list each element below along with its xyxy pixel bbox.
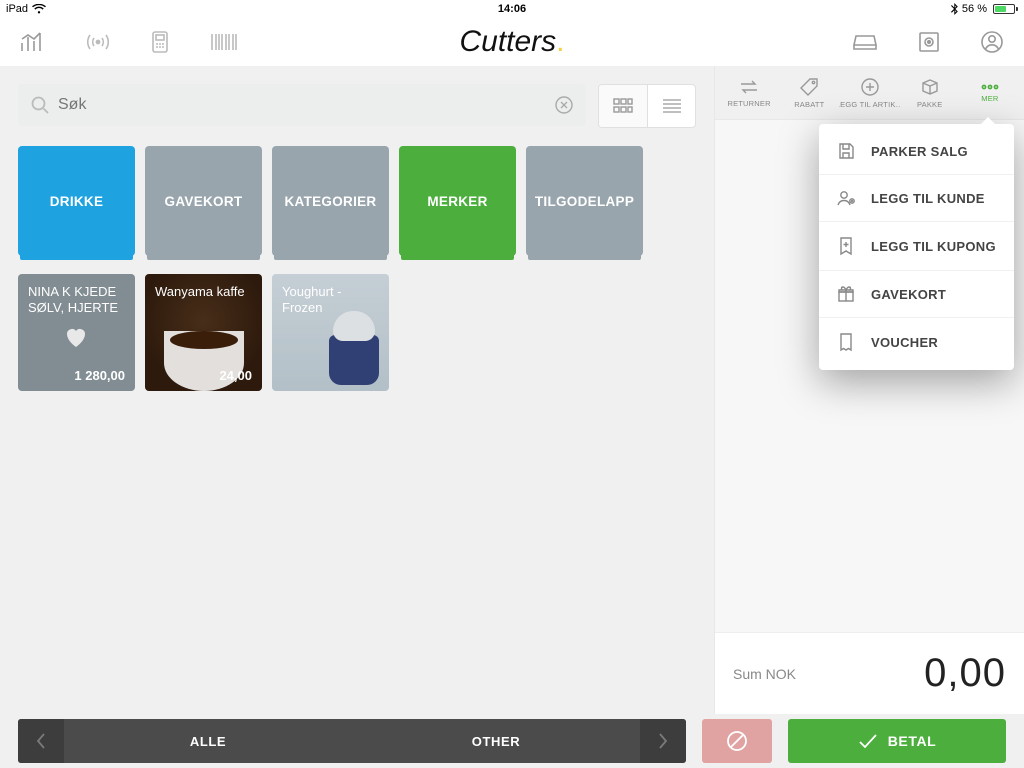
search-input[interactable] xyxy=(58,96,554,114)
filter-segment: ALLE OTHER xyxy=(18,719,686,763)
sum-row: Sum NOK 0,00 xyxy=(715,632,1024,714)
clear-icon[interactable] xyxy=(554,95,574,115)
category-row: DRIKKE GAVEKORT KATEGORIER MERKER TILGOD… xyxy=(18,146,696,256)
seg-prev[interactable] xyxy=(18,719,64,763)
stats-icon[interactable] xyxy=(20,31,46,53)
battery-icon xyxy=(991,4,1018,14)
cancel-icon xyxy=(725,729,749,753)
category-drikke[interactable]: DRIKKE xyxy=(18,146,135,256)
product-tile[interactable]: NINA K KJEDE SØLV, HJERTE 1 280,00 xyxy=(18,274,135,391)
category-tilgodelapp[interactable]: TILGODELAPP xyxy=(526,146,643,256)
sum-label: Sum NOK xyxy=(733,666,796,682)
product-name: Wanyama kaffe xyxy=(155,284,252,300)
save-icon xyxy=(835,142,857,160)
heart-icon xyxy=(64,326,88,348)
broadcast-icon[interactable] xyxy=(86,31,110,53)
view-toggle xyxy=(598,84,696,128)
cancel-button[interactable] xyxy=(702,719,772,763)
product-price: 24,00 xyxy=(219,368,252,383)
seg-other[interactable]: OTHER xyxy=(352,719,640,763)
cart-pane: RETURNER RABATT LEGG TIL ARTIK… PAKKE ME… xyxy=(714,66,1024,714)
add-user-icon xyxy=(835,189,857,207)
discount-button[interactable]: RABATT xyxy=(779,77,839,109)
barcode-icon[interactable] xyxy=(210,32,238,52)
pay-button[interactable]: BETAL xyxy=(788,719,1006,763)
product-tile[interactable]: Wanyama kaffe 24,00 xyxy=(145,274,262,391)
app-toolbar: Cutters. xyxy=(0,18,1024,66)
wifi-icon xyxy=(32,4,46,14)
device-label: iPad xyxy=(6,3,28,15)
menu-giftcard[interactable]: GAVEKORT xyxy=(819,270,1014,317)
cashdrawer-icon[interactable] xyxy=(852,32,878,52)
sum-value: 0,00 xyxy=(924,651,1006,696)
bookmark-plus-icon xyxy=(835,236,857,256)
bluetooth-icon xyxy=(951,3,958,15)
products-pane: DRIKKE GAVEKORT KATEGORIER MERKER TILGOD… xyxy=(0,66,714,714)
bottom-bar: ALLE OTHER BETAL xyxy=(0,714,1024,768)
menu-add-customer[interactable]: LEGG TIL KUNDE xyxy=(819,174,1014,221)
product-name: NINA K KJEDE SØLV, HJERTE xyxy=(28,284,125,317)
clock: 14:06 xyxy=(498,3,526,15)
search-icon xyxy=(30,95,50,115)
safe-icon[interactable] xyxy=(918,31,940,53)
return-button[interactable]: RETURNER xyxy=(719,78,779,108)
seg-alle[interactable]: ALLE xyxy=(64,719,352,763)
add-article-button[interactable]: LEGG TIL ARTIK… xyxy=(839,77,899,109)
search-box[interactable] xyxy=(18,84,586,126)
product-name: Youghurt - Frozen xyxy=(282,284,379,317)
category-merker[interactable]: MERKER xyxy=(399,146,516,256)
gift-icon xyxy=(835,285,857,303)
menu-park-sale[interactable]: PARKER SALG xyxy=(819,128,1014,174)
more-button[interactable]: MER xyxy=(960,83,1020,103)
category-kategorier[interactable]: KATEGORIER xyxy=(272,146,389,256)
product-tile[interactable]: Youghurt - Frozen xyxy=(272,274,389,391)
terminal-icon[interactable] xyxy=(150,29,170,55)
brand-logo: Cutters. xyxy=(459,25,564,59)
battery-pct: 56 % xyxy=(962,3,987,15)
user-icon[interactable] xyxy=(980,30,1004,54)
seg-next[interactable] xyxy=(640,719,686,763)
category-gavekort[interactable]: GAVEKORT xyxy=(145,146,262,256)
grid-view-button[interactable] xyxy=(599,85,647,127)
list-view-button[interactable] xyxy=(647,85,695,127)
check-icon xyxy=(858,733,878,749)
ticket-icon xyxy=(835,332,857,352)
menu-voucher[interactable]: VOUCHER xyxy=(819,317,1014,366)
package-button[interactable]: PAKKE xyxy=(900,77,960,109)
cart-toolbar: RETURNER RABATT LEGG TIL ARTIK… PAKKE ME… xyxy=(715,66,1024,120)
status-bar: iPad 14:06 56 % xyxy=(0,0,1024,18)
more-menu: PARKER SALG LEGG TIL KUNDE LEGG TIL KUPO… xyxy=(819,124,1014,370)
product-row: NINA K KJEDE SØLV, HJERTE 1 280,00 Wanya… xyxy=(18,274,696,391)
menu-add-coupon[interactable]: LEGG TIL KUPONG xyxy=(819,221,1014,270)
product-price: 1 280,00 xyxy=(74,368,125,383)
